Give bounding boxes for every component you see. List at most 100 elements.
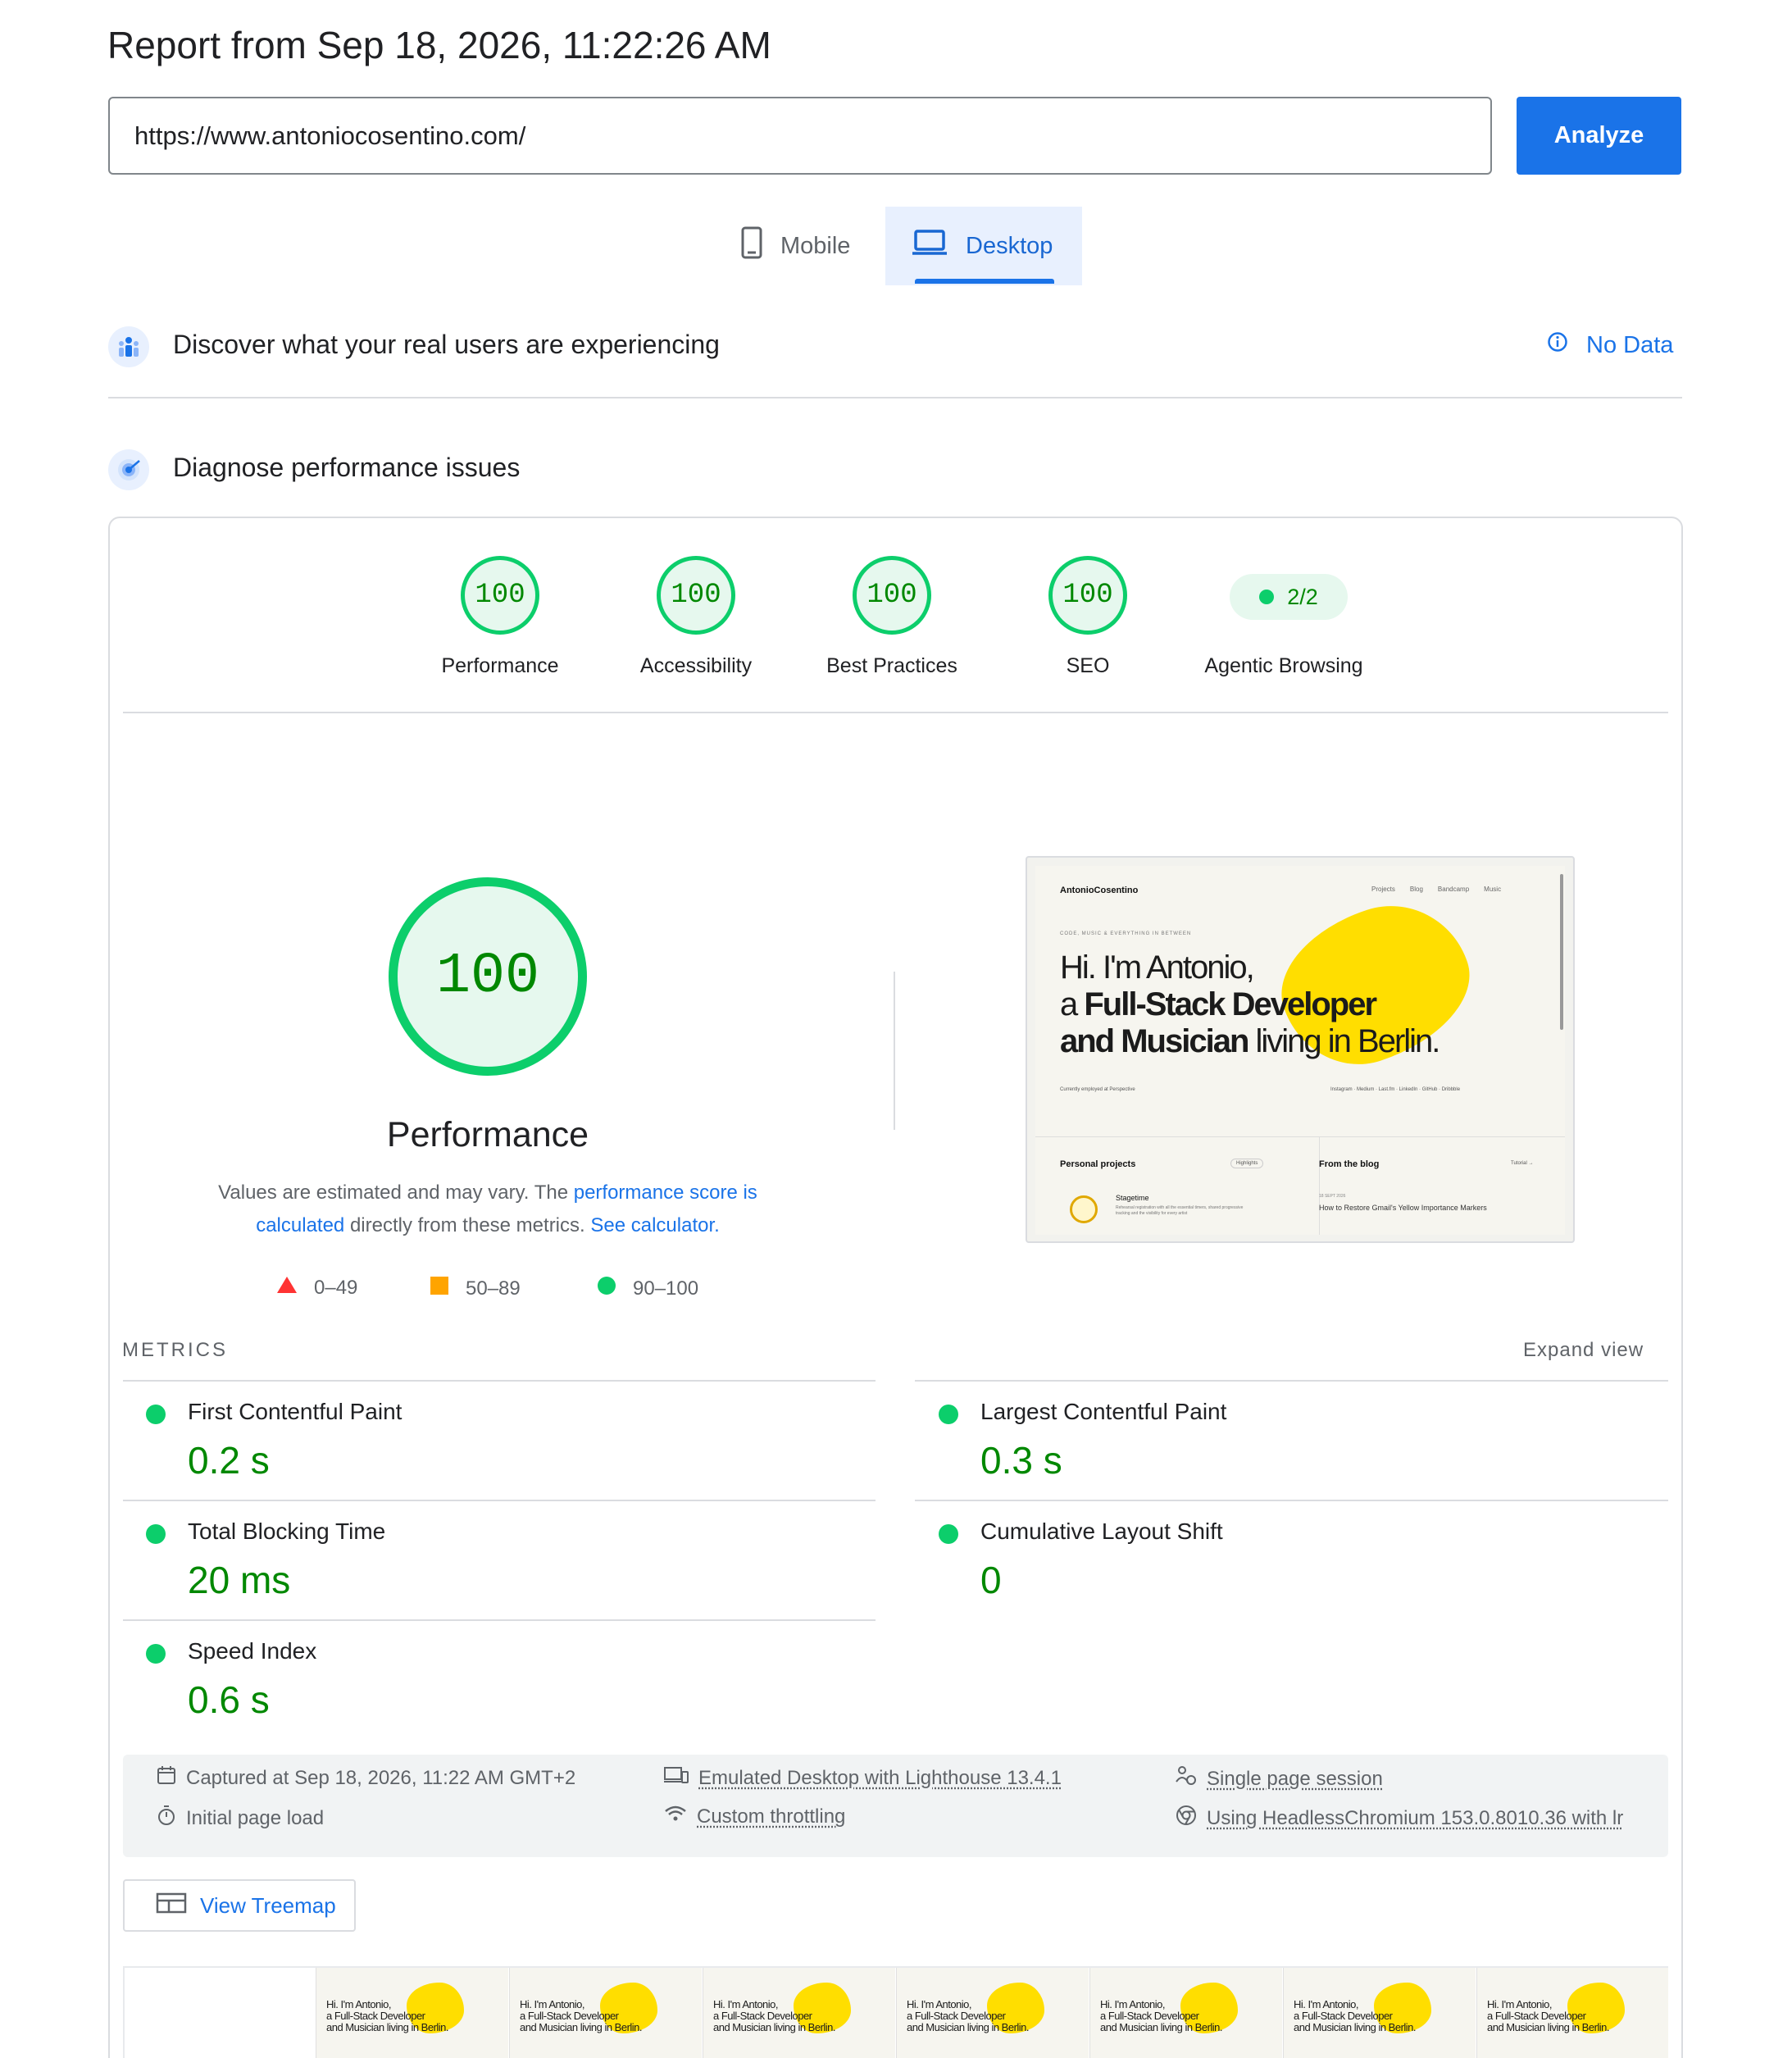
legend-pass: 90–100 [597, 1276, 698, 1301]
site-blog-date: 18 SEPT 2026 [1319, 1194, 1345, 1199]
square-icon [430, 1276, 449, 1301]
site-projects-badge: Highlights [1230, 1159, 1263, 1168]
pass-dot-icon [939, 1405, 958, 1424]
gauge-accessibility-score: 100 [657, 556, 735, 635]
emulated-info[interactable]: Emulated Desktop with Lighthouse 13.4.1 [664, 1765, 1062, 1791]
session-info[interactable]: Single page session [1176, 1765, 1383, 1792]
performance-gauge-large: 100 [389, 877, 587, 1076]
scrollbar [1560, 874, 1563, 1030]
final-screenshot[interactable]: AntonioCosentino Projects Blog Bandcamp … [1026, 856, 1575, 1243]
gauge-best-practices[interactable]: 100 [853, 556, 931, 635]
page-load-label: Initial page load [186, 1807, 324, 1830]
desc-text: Values are estimated and may vary. The [218, 1182, 574, 1204]
filmstrip-frame: Hi. I'm Antonio, a Full-Stack Developer an… [509, 1968, 702, 2058]
frame-text: Hi. I'm Antonio, a Full-Stack Developer an… [520, 1999, 642, 2033]
gauge-accessibility-label: Accessibility [598, 654, 794, 678]
metric-si-value: 0.6 s [188, 1678, 270, 1722]
tab-desktop[interactable]: Desktop [885, 207, 1082, 285]
filmstrip-frame: Hi. I'm Antonio, a Full-Stack Developer an… [1089, 1968, 1282, 2058]
gauge-accessibility[interactable]: 100 [657, 556, 735, 635]
site-divider [1035, 1136, 1565, 1137]
wifi-icon [664, 1805, 687, 1828]
site-hero: Hi. I'm Antonio, a Full-Stack Developer … [1060, 949, 1439, 1060]
site-socials: Instagram · Medium · Last.fm · LinkedIn … [1330, 1087, 1460, 1092]
nav-item: Projects [1371, 886, 1395, 893]
stopwatch-logo [1070, 1195, 1098, 1223]
page-load-info: Initial page load [157, 1805, 324, 1832]
performance-title: Performance [324, 1115, 652, 1155]
hero-line: Hi. I'm Antonio, [1060, 949, 1439, 986]
hero-bold: Full-Stack Developer [1084, 986, 1376, 1022]
view-treemap-button[interactable]: View Treemap [123, 1879, 356, 1932]
divider [123, 1380, 876, 1382]
url-input[interactable] [108, 97, 1492, 175]
circle-icon [597, 1276, 616, 1301]
report-title: Report from Sep 18, 2026, 11:22:26 AM [107, 23, 771, 67]
gauge-performance[interactable]: 100 [461, 556, 539, 635]
metric-fcp-name: First Contentful Paint [188, 1399, 402, 1425]
performance-description: Values are estimated and may vary. The p… [189, 1177, 787, 1242]
site-blog-title: From the blog [1319, 1159, 1379, 1169]
tab-desktop-label: Desktop [966, 233, 1053, 260]
metric-cls-value: 0 [980, 1558, 1002, 1602]
legend-average-label: 50–89 [466, 1277, 521, 1300]
filmstrip-frame: Hi. I'm Antonio, a Full-Stack Developer an… [1283, 1968, 1476, 2058]
tab-mobile[interactable]: Mobile [715, 207, 876, 285]
filmstrip-frame: Hi. I'm Antonio, a Full-Stack Developer an… [1476, 1968, 1668, 2058]
see-calculator-link[interactable]: See calculator. [590, 1214, 719, 1236]
frame-text: Hi. I'm Antonio, a Full-Stack Developer an… [1100, 1999, 1222, 2033]
hero-line: and Musician living in Berlin. [1060, 1023, 1439, 1060]
divider [123, 1500, 876, 1501]
nav-item: Blog [1410, 886, 1423, 893]
site-tagline: CODE, MUSIC & EVERYTHING IN BETWEEN [1060, 931, 1191, 936]
site-project-name: Stagetime [1116, 1194, 1149, 1202]
legend-fail-label: 0–49 [314, 1277, 357, 1300]
expand-view-toggle[interactable]: Expand view [1523, 1339, 1644, 1362]
analyze-button[interactable]: Analyze [1517, 97, 1681, 175]
info-icon [1547, 331, 1568, 359]
tab-active-indicator [915, 279, 1054, 284]
laptop-icon [912, 229, 948, 263]
hero-bold: and Musician [1060, 1023, 1248, 1059]
site-divider [1319, 1136, 1320, 1235]
gauge-agentic-browsing[interactable]: 2/2 [1230, 574, 1348, 620]
frame-text: Hi. I'm Antonio, a Full-Stack Developer an… [1487, 1999, 1609, 2033]
browser-info[interactable]: Using HeadlessChromium 153.0.8010.36 wit… [1176, 1805, 1651, 1832]
frame-text: Hi. I'm Antonio, a Full-Stack Developer an… [326, 1999, 448, 2033]
captured-label: Captured at Sep 18, 2026, 11:22 AM GMT+2 [186, 1767, 575, 1790]
divider [894, 972, 895, 1130]
throttling-label: Custom throttling [697, 1805, 845, 1828]
divider [915, 1500, 1668, 1501]
divider [108, 397, 1682, 398]
agentic-score: 2/2 [1287, 585, 1318, 610]
gauge-performance-label: Performance [402, 654, 598, 678]
filmstrip-frame: Hi. I'm Antonio, a Full-Stack Developer an… [316, 1968, 508, 2058]
pass-dot-icon [1259, 590, 1274, 604]
gauge-best-practices-label: Best Practices [794, 654, 990, 678]
target-icon [108, 449, 149, 490]
site-byline: Currently employed at Perspective [1060, 1087, 1135, 1092]
gauge-seo[interactable]: 100 [1048, 556, 1127, 635]
emulated-label: Emulated Desktop with Lighthouse 13.4.1 [698, 1767, 1062, 1790]
calendar-icon [157, 1765, 176, 1791]
treemap-label: View Treemap [200, 1893, 336, 1919]
site-nav: Projects Blog Bandcamp Music [1371, 886, 1501, 893]
no-data-status[interactable]: No Data [1547, 331, 1673, 359]
treemap-icon [156, 1892, 187, 1919]
browser-label: Using HeadlessChromium 153.0.8010.36 wit… [1207, 1807, 1623, 1830]
frame-text: Hi. I'm Antonio, a Full-Stack Developer an… [907, 1999, 1029, 2033]
metric-lcp-value: 0.3 s [980, 1438, 1062, 1482]
throttling-info[interactable]: Custom throttling [664, 1805, 845, 1828]
pass-dot-icon [146, 1405, 166, 1424]
no-data-label: No Data [1586, 332, 1673, 359]
lab-data-title: Diagnose performance issues [173, 453, 520, 483]
pass-dot-icon [939, 1524, 958, 1544]
captured-info: Captured at Sep 18, 2026, 11:22 AM GMT+2 [157, 1765, 575, 1791]
devices-icon [664, 1765, 689, 1791]
divider [123, 1619, 876, 1621]
tab-mobile-label: Mobile [780, 233, 850, 260]
gauge-seo-score: 100 [1048, 556, 1127, 635]
frame-text: Hi. I'm Antonio, a Full-Stack Developer an… [1294, 1999, 1416, 2033]
mobile-phone-icon [741, 226, 762, 266]
pass-dot-icon [146, 1524, 166, 1544]
